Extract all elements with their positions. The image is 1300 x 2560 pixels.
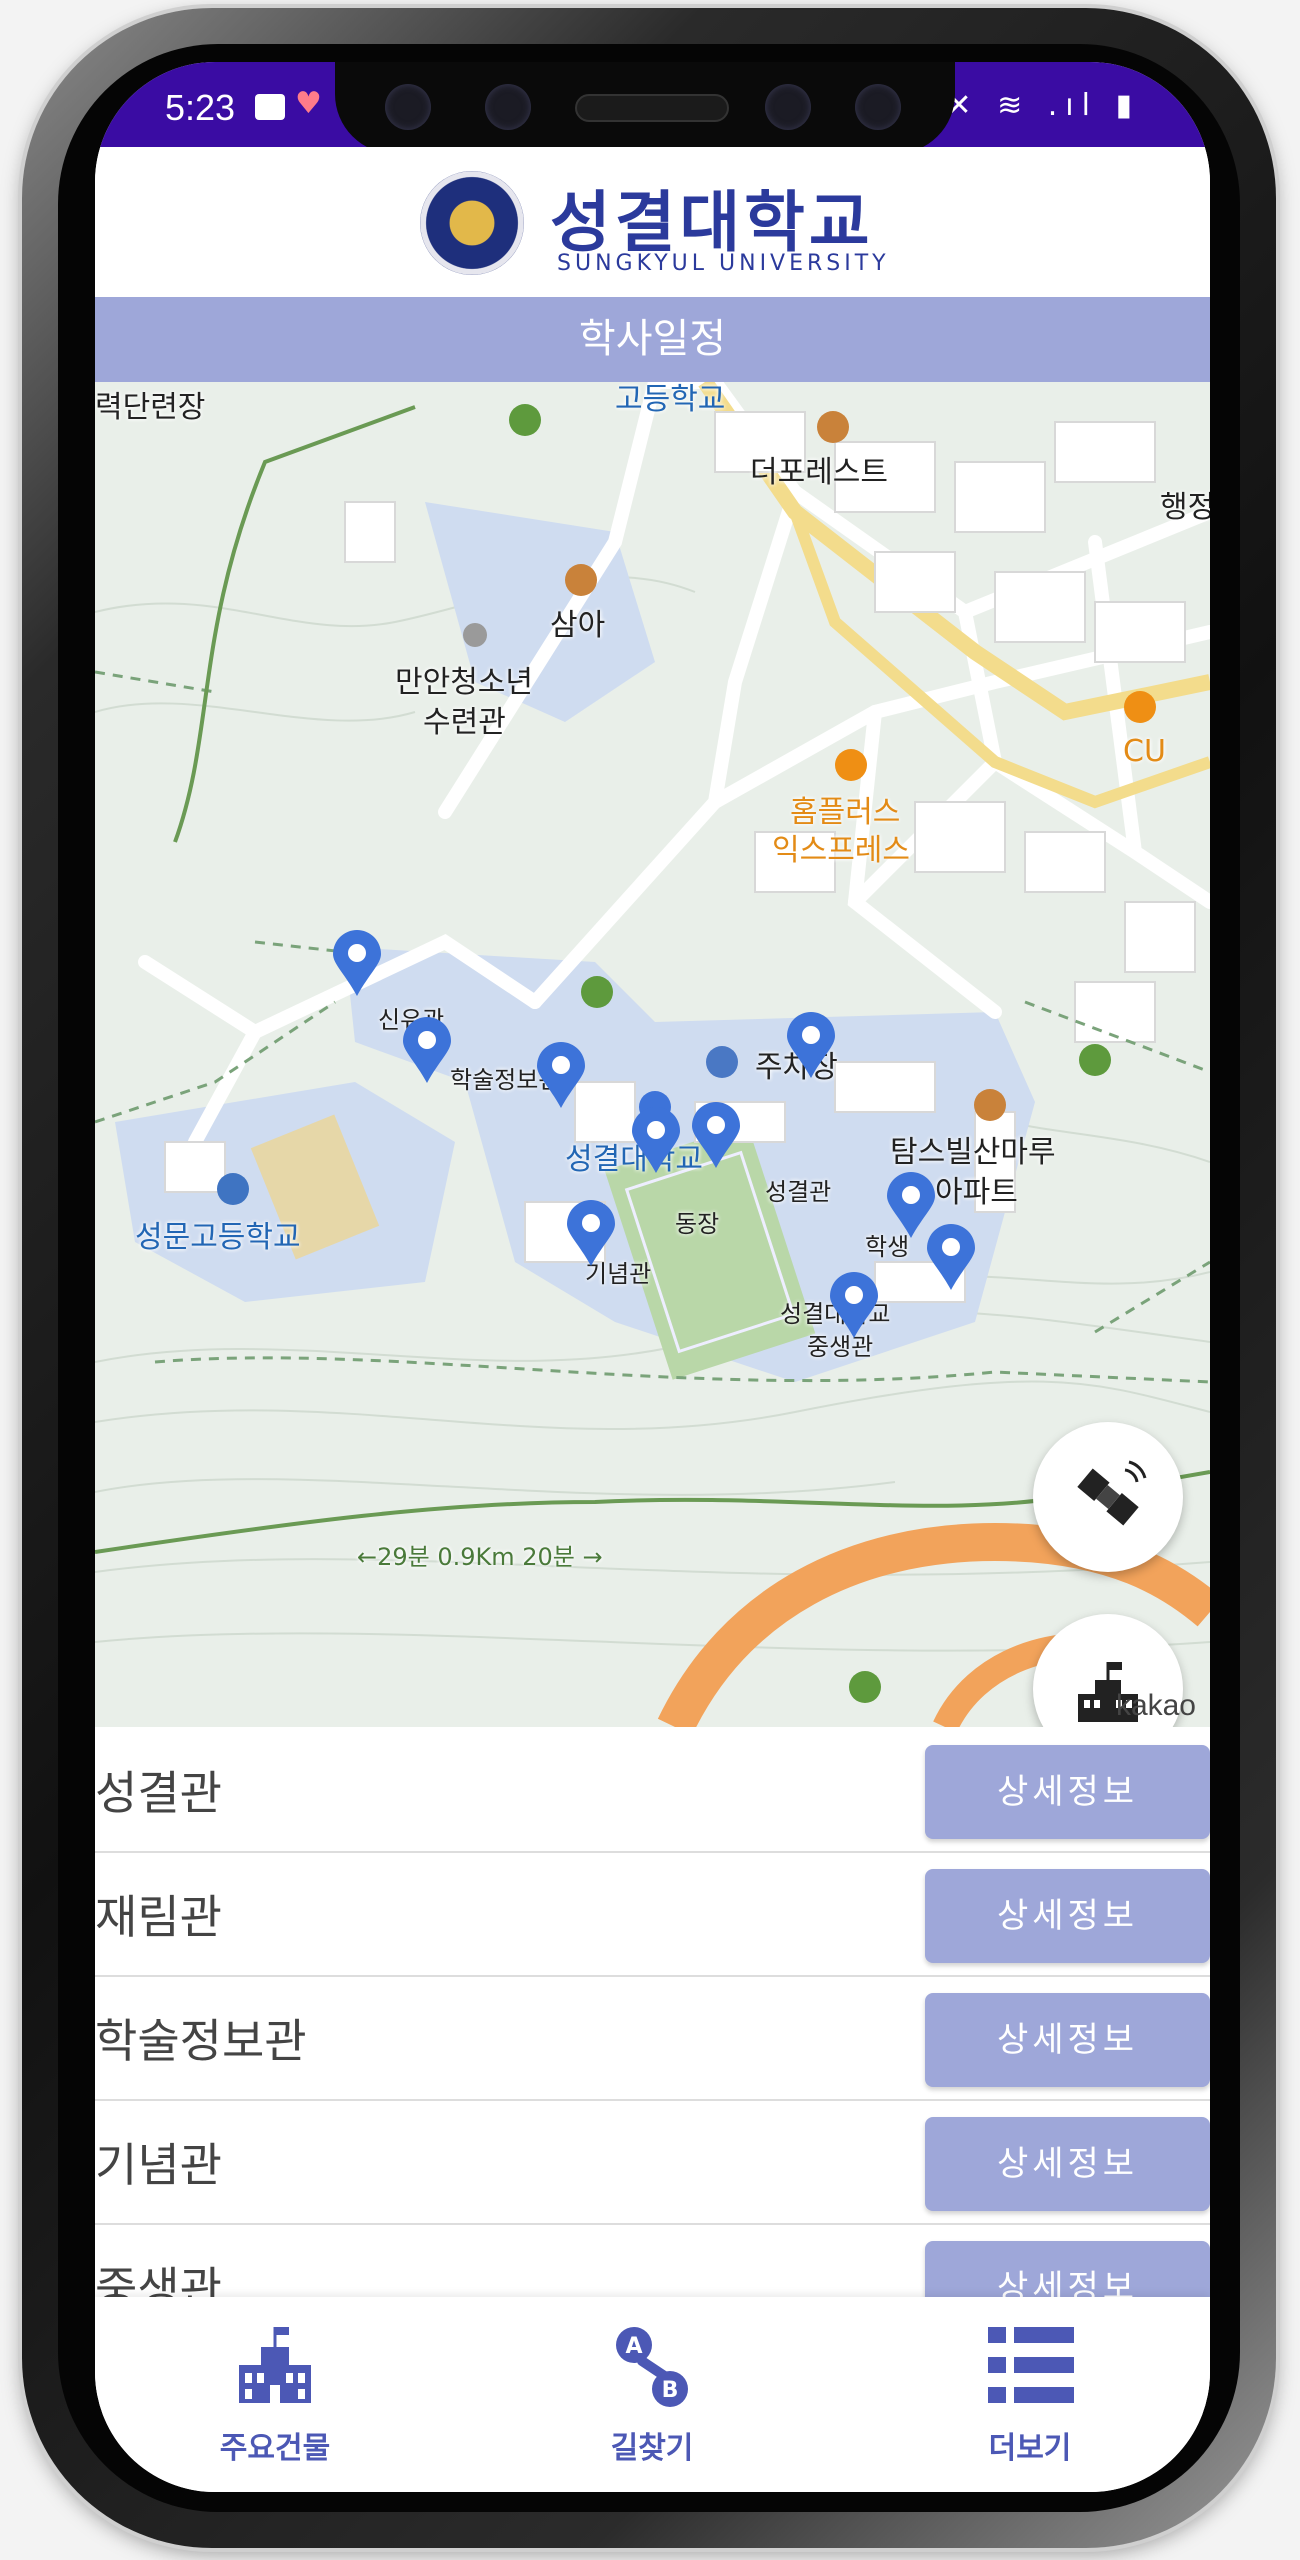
building-icon <box>239 2327 311 2403</box>
building-pin[interactable] <box>630 1107 682 1175</box>
building-pin[interactable] <box>331 930 383 998</box>
map-attribution: kakao <box>1115 1689 1196 1722</box>
map-label: 행정 <box>1160 490 1210 525</box>
detail-info-button[interactable]: 상세정보 <box>925 2117 1210 2211</box>
nav-label: 주요건물 <box>219 2431 331 2466</box>
detail-info-button[interactable]: 상세정보 <box>925 1745 1210 1839</box>
list-item: 성결관 상세정보 <box>95 1727 1210 1853</box>
building-pin[interactable] <box>785 1012 837 1080</box>
building-pin[interactable] <box>828 1272 880 1340</box>
a-to-b-route-icon: A B <box>616 2327 688 2407</box>
list-item: 기념관 상세정보 <box>95 2099 1210 2225</box>
map-label: 성결관 <box>765 1178 832 1206</box>
campus-map[interactable]: 력단련장 고등학교 더포레스트 행정 삼아 만안청소년 수련관 CU 홈플러스 … <box>95 382 1210 1727</box>
building-name: 재림관 <box>95 1890 222 1944</box>
logo-english-name: SUNGKYUL UNIVERSITY <box>557 251 890 276</box>
signal-icons: ✕ ≋ .ıl ▮ <box>946 88 1140 123</box>
camera-icon <box>855 84 901 130</box>
building-name: 성결관 <box>95 1766 222 1820</box>
building-pin[interactable] <box>925 1224 977 1292</box>
list-item: 재림관 상세정보 <box>95 1851 1210 1977</box>
satellite-view-button[interactable] <box>1033 1422 1183 1572</box>
list-item: 학술정보관 상세정보 <box>95 1975 1210 2101</box>
route-distance-label: ←29분 0.9Km 20분 → <box>357 1543 603 1571</box>
nav-more[interactable]: 더보기 <box>905 2317 1155 2467</box>
map-label: 성문고등학교 <box>135 1220 301 1255</box>
map-label: 수련관 <box>423 705 506 740</box>
map-label: 아파트 <box>935 1175 1018 1210</box>
detail-info-button[interactable]: 상세정보 <box>925 1869 1210 1963</box>
map-label: 력단련장 <box>95 390 206 425</box>
map-label: 더포레스트 <box>750 455 888 490</box>
map-label: 만안청소년 <box>395 665 533 700</box>
photo-icon <box>255 94 285 120</box>
detail-info-button[interactable]: 상세정보 <box>925 1993 1210 2087</box>
speaker-grille <box>575 94 729 122</box>
list-menu-icon <box>988 2327 1074 2403</box>
map-label: 탐스빌산마루 <box>890 1135 1056 1170</box>
svg-text:A: A <box>625 2334 642 2359</box>
building-pin[interactable] <box>690 1102 742 1170</box>
page-title: 학사일정 <box>95 297 1210 382</box>
building-pin[interactable] <box>401 1017 453 1085</box>
university-seal-logo <box>420 171 524 275</box>
building-pin[interactable] <box>565 1200 617 1268</box>
map-label: CU <box>1123 734 1166 769</box>
status-time: 5:23 <box>165 87 236 128</box>
nav-main-buildings[interactable]: 주요건물 <box>150 2317 400 2467</box>
map-label: 고등학교 <box>615 382 726 417</box>
building-pin[interactable] <box>535 1042 587 1110</box>
nav-label: 더보기 <box>988 2431 1072 2466</box>
camera-icon <box>765 84 811 130</box>
map-label: 삼아 <box>550 608 606 643</box>
satellite-icon <box>1077 1460 1147 1526</box>
building-name: 학술정보관 <box>95 2014 307 2068</box>
building-name: 기념관 <box>95 2138 222 2192</box>
svg-text:B: B <box>662 2378 679 2403</box>
sensor-icon <box>485 84 531 130</box>
map-label: 익스프레스 <box>772 833 910 868</box>
camera-icon <box>385 84 431 130</box>
nav-directions[interactable]: A B 길찾기 <box>527 2317 777 2467</box>
health-icon: ♥ <box>295 86 322 121</box>
app-screen: 5:23 ♥ ✕ ≋ .ıl ▮ 성결대학교 SUNGKYUL UNIVERSI… <box>95 62 1210 2492</box>
bottom-navigation: 주요건물 A B 길찾기 더보기 <box>95 2297 1210 2492</box>
nav-label: 길찾기 <box>610 2431 694 2466</box>
building-list: 성결관 상세정보 재림관 상세정보 학술정보관 상세정보 기념관 상세정보 중생… <box>95 1727 1210 2335</box>
camera-notch <box>335 62 955 154</box>
app-header: 성결대학교 SUNGKYUL UNIVERSITY <box>95 147 1210 297</box>
map-label: 동장 <box>675 1210 720 1238</box>
